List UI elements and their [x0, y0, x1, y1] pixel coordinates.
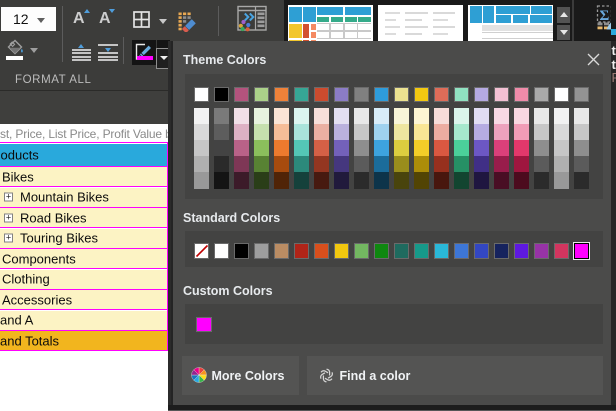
svg-text:Σ: Σ: [600, 8, 610, 24]
